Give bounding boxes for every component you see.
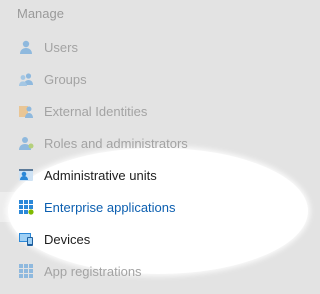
roles-icon: [18, 135, 34, 151]
group-icon: [18, 71, 34, 87]
administrative-units-icon: [18, 167, 34, 183]
nav-item-label: Roles and administrators: [44, 135, 188, 151]
nav-item-label: Users: [44, 39, 78, 55]
nav-item-external-identities[interactable]: External Identities: [0, 95, 249, 127]
enterprise-apps-grid-icon: [18, 199, 34, 215]
nav-item-devices[interactable]: Devices: [0, 223, 249, 255]
section-title: Manage: [17, 6, 64, 21]
nav-item-label: Enterprise applications: [44, 199, 176, 215]
nav-item-app-registrations[interactable]: App registrations: [0, 255, 249, 287]
nav-item-label: External Identities: [44, 103, 148, 119]
nav-item-administrative-units[interactable]: Administrative units: [0, 159, 249, 191]
nav-item-label: App registrations: [44, 263, 142, 279]
nav-item-label: Groups: [44, 71, 87, 87]
external-identities-icon: [18, 103, 34, 119]
app-registrations-grid-icon: [18, 263, 34, 279]
nav-item-users[interactable]: Users: [0, 31, 249, 63]
nav-item-label: Administrative units: [44, 167, 157, 183]
devices-icon: [18, 231, 34, 247]
nav-item-groups[interactable]: Groups: [0, 63, 249, 95]
nav-item-enterprise-applications[interactable]: Enterprise applications: [0, 191, 249, 223]
nav-item-label: Devices: [44, 231, 91, 247]
nav-item-roles[interactable]: Roles and administrators: [0, 127, 249, 159]
manage-nav: Users Groups External Identities Roles a…: [0, 31, 249, 287]
user-icon: [18, 39, 34, 55]
